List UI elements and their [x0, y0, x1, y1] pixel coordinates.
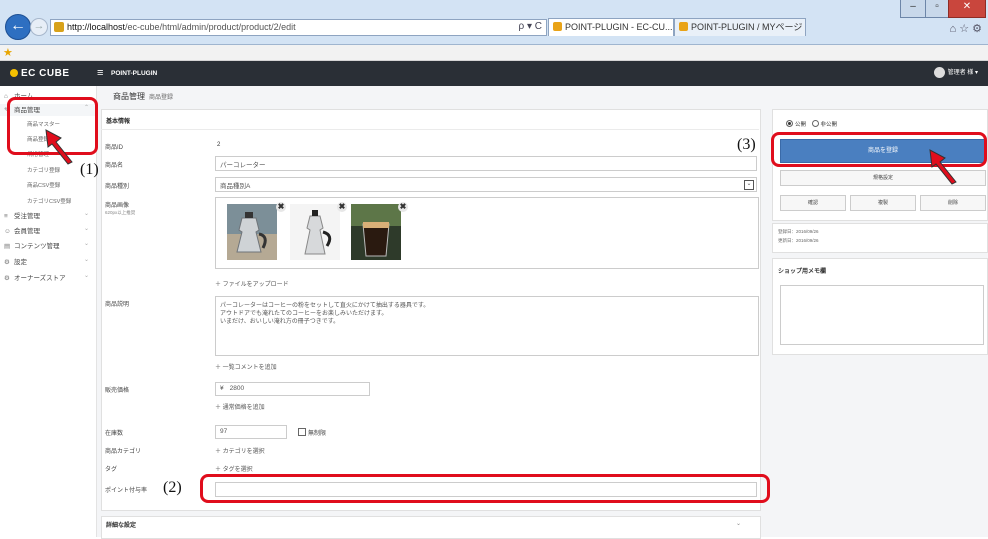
copy-button[interactable]: 複製 [850, 195, 916, 211]
product-name-label: 商品名 [105, 163, 124, 169]
admin-header: EC CUBE ≡ POINT-PLUGIN 管理者 様 ▾ [0, 61, 988, 86]
annotation-2: (2) [163, 479, 182, 496]
sidebar-item-owners-store[interactable]: ⚙ オーナーズストア ⌄ [0, 272, 96, 284]
minimize-button[interactable]: – [900, 0, 926, 18]
sidebar-sub-product-csv[interactable]: 商品CSV登録 [27, 181, 60, 189]
select-tag-link[interactable]: ＋ タグを選択 [215, 464, 253, 473]
memo-textarea[interactable] [780, 285, 984, 345]
divider [101, 129, 759, 130]
product-image-2[interactable] [290, 204, 340, 260]
chevron-down-icon: ⌄ [83, 226, 89, 232]
unlimited-checkbox[interactable]: 無制限 [298, 428, 326, 437]
select-category-link[interactable]: ＋ カテゴリを選択 [215, 446, 265, 455]
tab-point-plugin-admin[interactable]: POINT-PLUGIN - EC-CU... × [548, 18, 674, 36]
arrow-icon [45, 129, 73, 165]
page-subtitle: 商品登録 [149, 95, 174, 101]
favorites-bar: ★ [0, 45, 988, 61]
product-id-label: 商品ID [105, 145, 124, 151]
created-date: 登録日：2016/09/26 [778, 229, 819, 234]
annotation-3: (3) [737, 136, 756, 153]
back-button[interactable]: ← [5, 14, 31, 40]
memo-title: ショップ用メモ欄 [778, 269, 827, 275]
page-title: 商品管理 商品登録 [113, 92, 174, 101]
remove-image-2-icon[interactable]: ✖ [337, 202, 347, 212]
product-type-select[interactable]: 商品種別A ⌄ [215, 177, 757, 192]
user-menu[interactable]: 管理者 様 ▾ [933, 67, 978, 78]
chevron-down-icon: ⌄ [83, 257, 89, 263]
ec-cube-logo[interactable]: EC CUBE [10, 68, 70, 79]
forward-button[interactable]: → [30, 18, 48, 36]
sidebar-item-contents[interactable]: ▤ コンテンツ管理 ⌄ [0, 240, 96, 252]
site-icon [553, 22, 562, 31]
product-image-1[interactable] [227, 204, 277, 260]
category-label: 商品カテゴリ [105, 449, 142, 455]
description-label: 商品説明 [105, 302, 130, 308]
stock-input[interactable]: 97 [215, 425, 287, 439]
chevron-down-icon: ⌄ [83, 211, 89, 217]
browser-tool-icons[interactable]: ⌂ ☆ ⚙ [950, 22, 982, 35]
product-type-label: 商品種別 [105, 184, 130, 190]
sidebar-item-settings[interactable]: ⚙ 設定 ⌄ [0, 256, 96, 268]
visibility-radios: 公開 非公開 [786, 120, 837, 128]
address-controls[interactable]: ρ ▾ C [519, 21, 543, 32]
description-textarea[interactable]: パーコレーターはコーヒーの粉をセットして直火にかけて抽出する器具です。 アウトド… [215, 296, 759, 356]
address-url: http://localhost/ec-cube/html/admin/prod… [67, 22, 296, 32]
sidebar-sub-category[interactable]: カテゴリ登録 [27, 166, 60, 174]
page-icon [54, 22, 64, 32]
arrow-icon [929, 149, 957, 185]
chevron-down-icon: ⌄ [83, 273, 89, 279]
address-bar[interactable]: http://localhost/ec-cube/html/admin/prod… [50, 19, 547, 36]
store-icon: ⚙ [4, 275, 10, 282]
product-image-label: 商品画像 620px以上推奨 [105, 203, 136, 215]
sidebar-item-customers[interactable]: ☺ 会員管理 ⌄ [0, 225, 96, 237]
chevron-down-icon: ⌄ [744, 180, 754, 190]
remove-image-3-icon[interactable]: ✖ [398, 202, 408, 212]
highlight-box-2 [200, 474, 770, 503]
users-icon: ☺ [4, 228, 11, 235]
tab-point-plugin-mypage[interactable]: POINT-PLUGIN / MYページ [674, 18, 806, 36]
point-rate-label: ポイント付与率 [105, 488, 148, 494]
add-comment-link[interactable]: ＋ 一覧コメントを追加 [215, 362, 277, 371]
add-list-price-link[interactable]: ＋ 通常価格を追加 [215, 402, 265, 411]
annotation-1: (1) [80, 161, 99, 178]
section-title: 基本情報 [106, 119, 131, 125]
sidebar-sub-category-csv[interactable]: カテゴリCSV登録 [27, 197, 71, 205]
delete-button[interactable]: 削除 [920, 195, 986, 211]
tag-label: タグ [105, 467, 118, 473]
shop-name[interactable]: POINT-PLUGIN [111, 70, 157, 77]
remove-image-1-icon[interactable]: ✖ [276, 202, 286, 212]
gear-icon: ⚙ [4, 259, 10, 266]
cart-icon: ≡ [4, 213, 8, 220]
site-icon [679, 22, 688, 31]
maximize-button[interactable]: ▫ [925, 0, 949, 18]
product-image-3[interactable] [351, 204, 401, 260]
menu-icon[interactable]: ≡ [97, 67, 103, 79]
price-label: 販売価格 [105, 388, 130, 394]
upload-file-link[interactable]: ＋ ファイルをアップロード [215, 279, 289, 288]
sidebar-item-orders[interactable]: ≡ 受注管理 ⌄ [0, 210, 96, 222]
confirm-button[interactable]: 確認 [780, 195, 846, 211]
favorites-star-icon[interactable]: ★ [3, 46, 13, 59]
avatar [933, 67, 945, 78]
stock-label: 在庫数 [105, 431, 124, 437]
public-radio[interactable]: 公開 [786, 120, 806, 128]
detail-settings-card[interactable] [101, 516, 761, 539]
chevron-down-icon[interactable]: ⌄ [736, 520, 741, 527]
chevron-down-icon: ⌄ [83, 241, 89, 247]
private-radio[interactable]: 非公開 [811, 120, 837, 128]
file-icon: ▤ [4, 243, 11, 250]
updated-date: 更新日：2016/09/26 [778, 238, 819, 243]
product-id-value: 2 [217, 142, 221, 148]
product-name-input[interactable]: パーコレーター [215, 156, 757, 171]
price-input[interactable]: ¥2800 [215, 382, 370, 396]
close-window-button[interactable]: ✕ [948, 0, 986, 18]
detail-settings-title: 詳細な設定 [106, 523, 137, 529]
image-size-hint: 620px以上推奨 [105, 210, 136, 215]
